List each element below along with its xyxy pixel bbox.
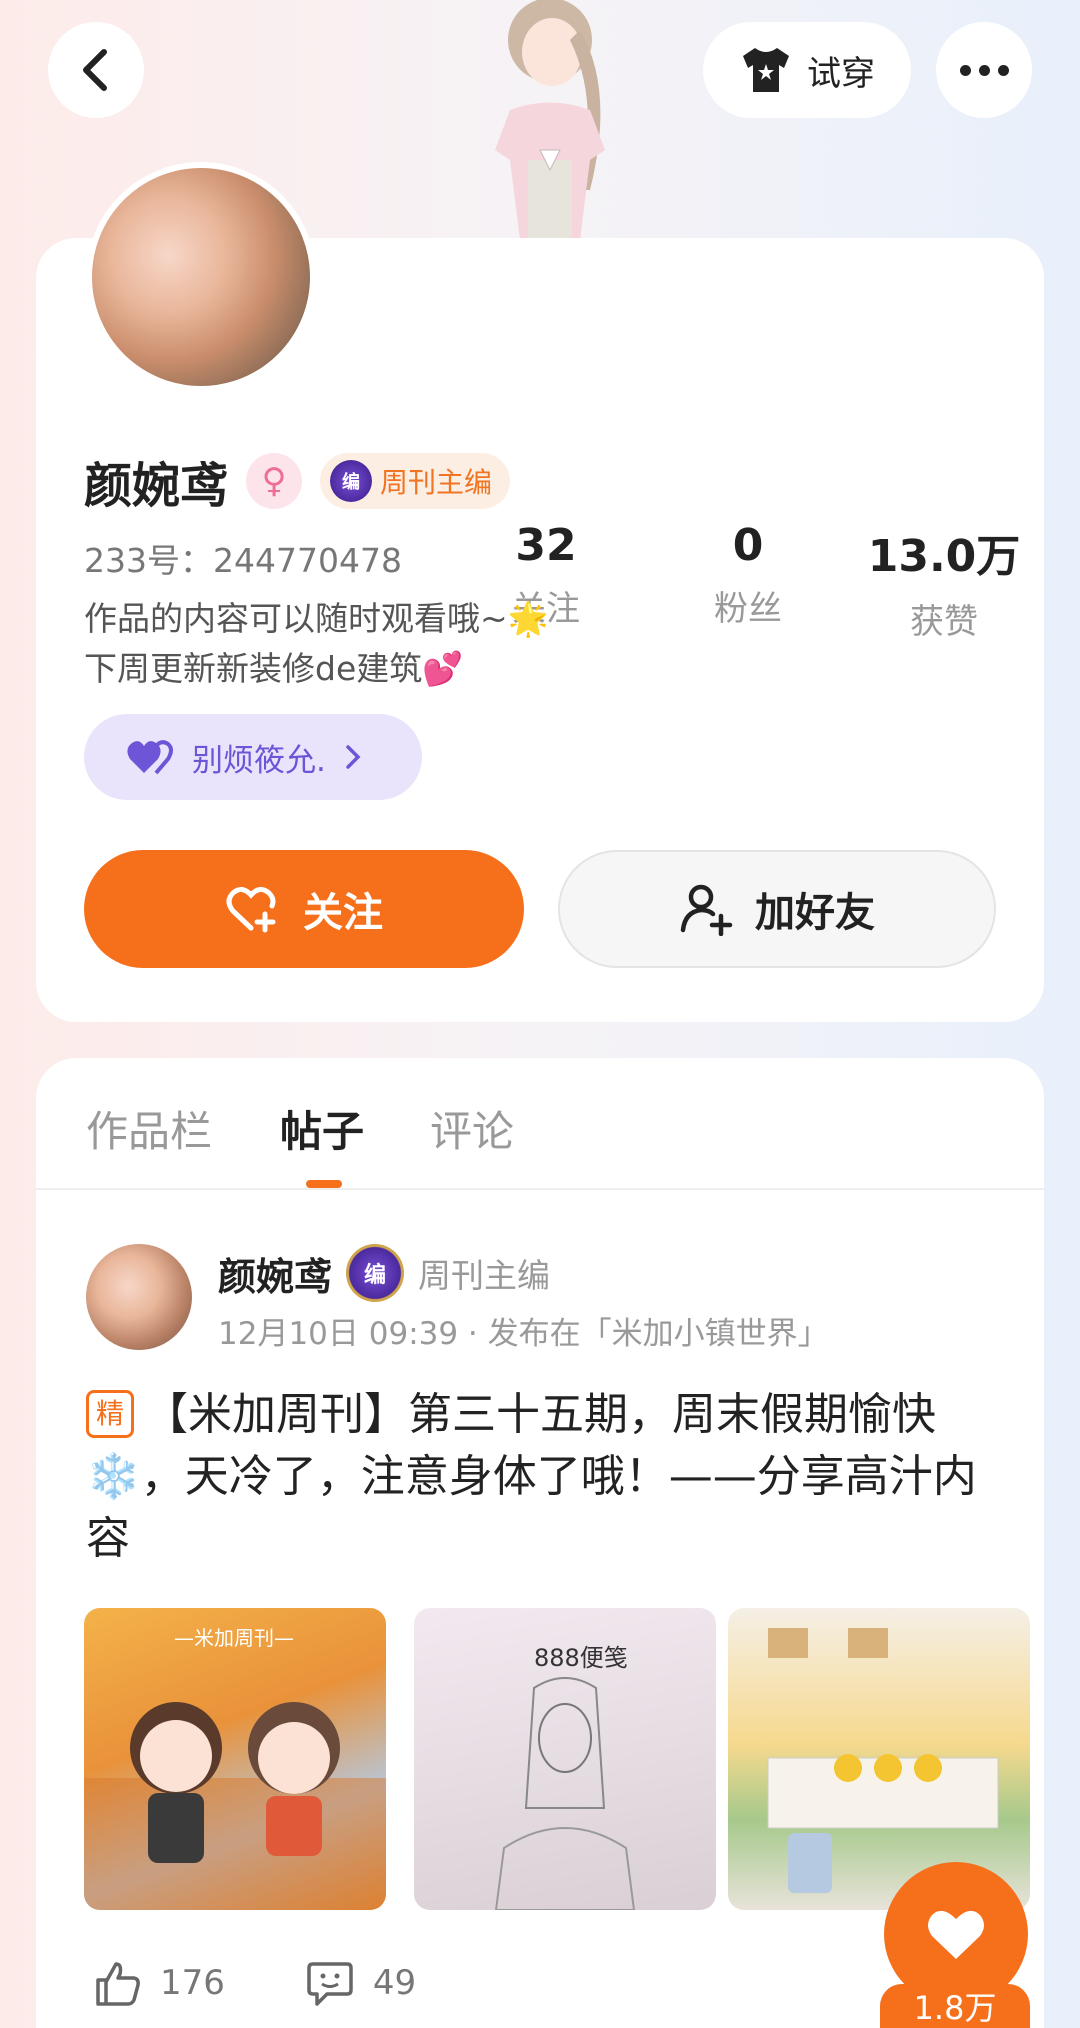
featured-tag: 精 (86, 1390, 134, 1438)
post-text-body: 【米加周刊】第三十五期，周末假期愉快❄️，天冷了，注意身体了哦！——分享高汁内容 (86, 1389, 977, 1564)
follow-label: 关注 (303, 890, 383, 936)
profile-name: 颜婉鸢 (84, 458, 229, 514)
like-count: 176 (160, 1963, 225, 2003)
tab-posts[interactable]: 帖子 (280, 1098, 364, 1159)
stat-likes[interactable]: 13.0万 获赞 (844, 520, 1044, 643)
tab-bar: 作品栏 帖子 评论 (36, 1058, 1044, 1190)
post-actions: 176 49 (92, 1958, 416, 2008)
bio-line: 作品的内容可以随时观看哦~🌟 (84, 599, 549, 638)
follow-button[interactable]: 关注 (84, 850, 524, 968)
more-icon (956, 64, 1013, 76)
editor-medal-icon: 编 (330, 460, 373, 502)
title-badge[interactable]: 编 周刊主编 (320, 453, 511, 509)
title-badge-label: 周刊主编 (380, 466, 493, 499)
try-on-label: 试穿 (807, 53, 875, 94)
add-friend-label: 加好友 (755, 890, 875, 936)
chevron-left-icon (83, 49, 107, 91)
post-author-role: 周刊主编 (418, 1256, 551, 1295)
profile-avatar[interactable] (86, 162, 316, 392)
stat-label: 粉丝 (714, 589, 782, 629)
tab-indicator (306, 1180, 342, 1188)
back-button[interactable] (48, 22, 144, 118)
editor-medal-icon: 编 (346, 1244, 405, 1302)
chevron-right-icon (346, 745, 361, 769)
name-row: 颜婉鸢 ♀ 编 周刊主编 (84, 446, 511, 516)
user-id: 233号：244770478 (84, 541, 402, 580)
female-icon: ♀ (246, 453, 303, 509)
post-image-2[interactable]: 888便笺 (414, 1608, 716, 1910)
heart-icon (928, 1910, 984, 1959)
thumb-caption: 888便笺 (534, 1644, 628, 1672)
add-friend-button[interactable]: 加好友 (558, 850, 996, 968)
post-image-1[interactable]: —米加周刊— (84, 1608, 386, 1910)
thumbs-up-icon (96, 1962, 140, 2006)
try-on-button[interactable]: 试穿 (703, 22, 911, 118)
comment-action[interactable]: 49 (305, 1958, 416, 2008)
stat-value: 13.0万 (867, 531, 1021, 582)
post-meta: 12月10日 09:39 · 发布在「米加小镇世界」 (218, 1316, 829, 1352)
more-button[interactable] (936, 22, 1032, 118)
bio-line: 下周更新新装修de建筑💕 (84, 649, 464, 688)
tshirt-icon (743, 48, 789, 92)
stat-followers[interactable]: 0 粉丝 (658, 520, 838, 630)
stat-label: 获赞 (910, 602, 978, 642)
thumb-caption: —米加周刊— (174, 1626, 294, 1650)
tab-comments[interactable]: 评论 (430, 1098, 514, 1159)
content-card: 作品栏 帖子 评论 颜婉鸢 编 周刊主编 12月10日 09:39 · 发布在「… (36, 1058, 1044, 2028)
post-image-3[interactable] (728, 1608, 1030, 1910)
comment-count: 49 (372, 1963, 417, 2003)
post-author-row: 颜婉鸢 编 周刊主编 (218, 1244, 550, 1302)
profile-bio: 作品的内容可以随时观看哦~🌟 下周更新新装修de建筑💕 (84, 594, 549, 694)
heart-plus-icon (226, 887, 276, 933)
comment-icon (307, 1962, 353, 2006)
add-user-icon (680, 884, 733, 936)
group-label: 别烦筱允. (192, 742, 326, 779)
heart-pair-icon (127, 740, 173, 775)
avatar-figure-image (440, 0, 660, 240)
stat-value: 0 (732, 520, 764, 571)
post-text[interactable]: 精【米加周刊】第三十五期，周末假期愉快❄️，天冷了，注意身体了哦！——分享高汁内… (86, 1384, 1016, 1570)
post-author-avatar[interactable] (86, 1244, 192, 1350)
like-action[interactable]: 176 (92, 1958, 225, 2008)
post-author-name[interactable]: 颜婉鸢 (218, 1246, 332, 1301)
tab-works[interactable]: 作品栏 (86, 1098, 212, 1159)
floating-like-count: 1.8万 (880, 1984, 1030, 2028)
stat-value: 32 (515, 520, 577, 571)
group-link[interactable]: 别烦筱允. (84, 714, 422, 800)
